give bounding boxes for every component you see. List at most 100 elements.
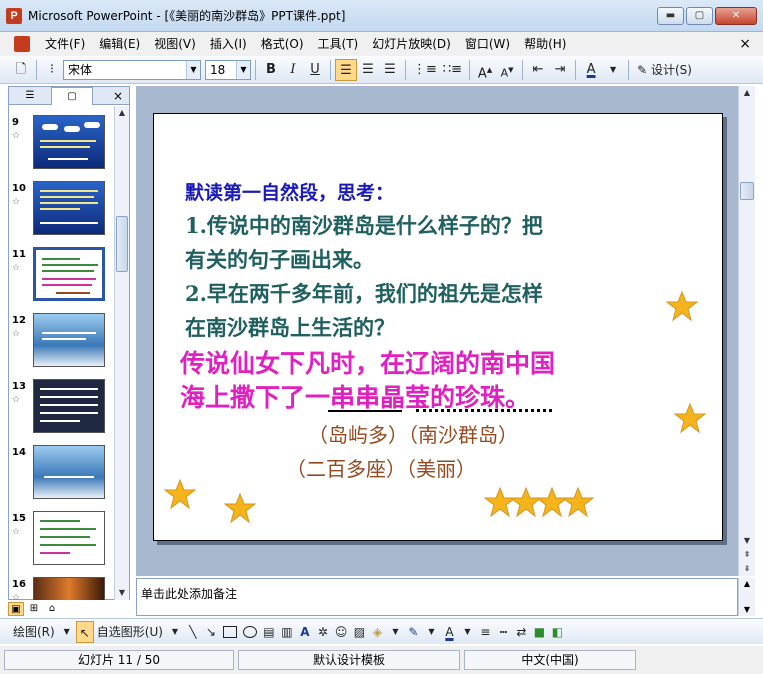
star-icon[interactable] — [224, 492, 256, 524]
autoshapes-button[interactable]: 自选图形(U) — [94, 621, 166, 643]
slide-thumbnail-16[interactable] — [33, 577, 105, 600]
slide-thumbnail-14[interactable] — [33, 445, 105, 499]
arrow-tool-icon[interactable]: ↘ — [202, 621, 220, 643]
menu-insert[interactable]: 插入(I) — [203, 32, 254, 56]
clipart-icon[interactable]: ☺ — [332, 621, 351, 643]
slide-question-1[interactable]: 1.传说中的南沙群岛是什么样子的？把 — [185, 210, 543, 240]
scroll-thumb[interactable] — [116, 216, 128, 272]
vertical-textbox-icon[interactable]: ▥ — [278, 621, 296, 643]
powerpoint-app-icon[interactable]: P — [6, 7, 22, 24]
font-color-icon[interactable]: A — [440, 621, 458, 643]
slide-thumbnail-15[interactable] — [33, 511, 105, 565]
close-pane-button[interactable]: × — [113, 87, 123, 105]
chevron-down-icon[interactable]: ▼ — [386, 621, 404, 643]
slide-thumbnail-12[interactable] — [33, 313, 105, 367]
line-color-icon[interactable]: ✎ — [404, 621, 422, 643]
decrease-indent-icon[interactable]: ⇤ — [527, 59, 549, 81]
line-style-icon[interactable]: ≡ — [476, 621, 494, 643]
slide-question-2[interactable]: 2.早在两千多年前，我们的祖先是怎样 — [185, 278, 543, 308]
new-document-icon[interactable]: 🗋 — [10, 59, 32, 81]
menu-help[interactable]: 帮助(H) — [517, 32, 573, 56]
slide-question-2-cont[interactable]: 在南沙群岛上生活的？ — [185, 312, 395, 342]
slide-answer-2[interactable]: （二百多座）（美丽） — [286, 453, 476, 482]
menu-file[interactable]: 文件(F) — [38, 32, 92, 56]
thumbnail-row[interactable]: 9 ☆ — [9, 113, 115, 173]
shadow-icon[interactable]: ■ — [530, 621, 548, 643]
thumbnail-row[interactable]: 16 ☆ — [9, 575, 115, 600]
maximize-button[interactable]: ▢ — [686, 7, 713, 25]
notes-scrollbar[interactable]: ▲ ▼ — [738, 578, 755, 616]
slide-question-1-cont[interactable]: 有关的句子画出来。 — [185, 244, 374, 274]
scroll-up-icon[interactable]: ▲ — [115, 106, 129, 120]
language-indicator[interactable]: 中文(中国) — [464, 650, 636, 670]
thumbnail-row[interactable]: 14 — [9, 443, 115, 503]
previous-slide-icon[interactable]: ⇞ — [739, 548, 755, 562]
thumbnail-row[interactable]: 10 ☆ — [9, 179, 115, 239]
diagram-icon[interactable]: ✲ — [314, 621, 332, 643]
bulleted-list-icon[interactable]: ∷≡ — [440, 59, 465, 81]
slide-thumbnail-10[interactable] — [33, 181, 105, 235]
current-slide[interactable]: 默读第一自然段，思考： 1.传说中的南沙群岛是什么样子的？把 有关的句子画出来。… — [153, 113, 723, 541]
slideshow-icon[interactable]: ⌂ — [44, 602, 60, 616]
star-icon[interactable] — [666, 290, 698, 322]
slide-answer-1[interactable]: （岛屿多）（南沙群岛） — [308, 419, 518, 448]
3d-icon[interactable]: ◧ — [548, 621, 566, 643]
star-icon[interactable] — [674, 402, 706, 434]
slide-heading[interactable]: 默读第一自然段，思考： — [185, 178, 394, 205]
chevron-down-icon[interactable]: ▼ — [58, 621, 76, 643]
slide-quote-line-1[interactable]: 传说仙女下凡时，在辽阔的南中国 — [180, 344, 555, 380]
arrow-style-icon[interactable]: ⇄ — [512, 621, 530, 643]
decrease-font-icon[interactable]: A▼ — [496, 59, 518, 81]
picture-icon[interactable]: ▨ — [350, 621, 368, 643]
textbox-tool-icon[interactable]: ▤ — [260, 621, 278, 643]
rectangle-tool-icon[interactable] — [220, 621, 240, 643]
chevron-down-icon[interactable]: ▼ — [458, 621, 476, 643]
dash-style-icon[interactable]: ┅ — [494, 621, 512, 643]
close-document-button[interactable]: × — [739, 32, 751, 56]
oval-tool-icon[interactable] — [240, 621, 260, 643]
line-tool-icon[interactable]: ╲ — [184, 621, 202, 643]
slide-sorter-icon[interactable]: ⊞ — [26, 602, 42, 616]
font-size-select[interactable]: 18 ▼ — [205, 59, 251, 80]
tab-outline[interactable]: ☰ — [9, 87, 51, 105]
menu-format[interactable]: 格式(O) — [254, 32, 311, 56]
scroll-thumb[interactable] — [740, 182, 754, 200]
thumbnail-row[interactable]: 12 ☆ — [9, 311, 115, 371]
minimize-button[interactable]: ▬ — [657, 7, 684, 25]
numbered-list-icon[interactable]: ⋮≡ — [410, 59, 440, 81]
design-template[interactable]: 默认设计模板 — [238, 650, 460, 670]
design-button[interactable]: ✎ 设计(S) — [633, 59, 696, 81]
thumbnail-row[interactable]: 13 ☆ — [9, 377, 115, 437]
slide-thumbnail-13[interactable] — [33, 379, 105, 433]
normal-view-icon[interactable]: ▣ — [8, 602, 24, 616]
menu-slideshow[interactable]: 幻灯片放映(D) — [365, 32, 458, 56]
fill-color-icon[interactable]: ◈ — [368, 621, 386, 643]
scroll-down-icon[interactable]: ▼ — [739, 604, 755, 616]
align-center-icon[interactable]: ☰ — [357, 59, 379, 81]
italic-button[interactable]: I — [282, 59, 304, 81]
slide-thumbnail-9[interactable] — [33, 115, 105, 169]
increase-font-icon[interactable]: A▲ — [474, 59, 496, 81]
chevron-down-icon[interactable]: ▼ — [236, 60, 250, 79]
menu-tools[interactable]: 工具(T) — [311, 32, 366, 56]
thumbnail-row[interactable]: 11 ☆ — [9, 245, 115, 305]
chevron-down-icon[interactable]: ▼ — [602, 59, 624, 81]
menu-view[interactable]: 视图(V) — [147, 32, 203, 56]
select-pointer-icon[interactable]: ↖ — [75, 620, 94, 643]
next-slide-icon[interactable]: ⇟ — [739, 562, 755, 576]
notes-pane[interactable]: 单击此处添加备注 — [136, 578, 738, 616]
scroll-down-icon[interactable]: ▼ — [739, 534, 755, 548]
star-icon[interactable] — [164, 478, 196, 510]
slide-thumbnail-11[interactable] — [33, 247, 105, 301]
font-name-select[interactable]: 宋体 ▼ — [63, 59, 201, 80]
document-icon[interactable] — [14, 36, 30, 52]
menu-edit[interactable]: 编辑(E) — [92, 32, 147, 56]
increase-indent-icon[interactable]: ⇥ — [549, 59, 571, 81]
underline-button[interactable]: U — [304, 59, 326, 81]
align-right-icon[interactable]: ☰ — [379, 59, 401, 81]
font-color-icon[interactable]: A — [580, 59, 602, 81]
thumbnail-row[interactable]: 15 ☆ — [9, 509, 115, 569]
thumbnail-scrollbar[interactable]: ▲ ▼ — [114, 106, 129, 600]
tab-slides[interactable]: ▢ — [51, 86, 93, 105]
scroll-up-icon[interactable]: ▲ — [739, 578, 755, 590]
